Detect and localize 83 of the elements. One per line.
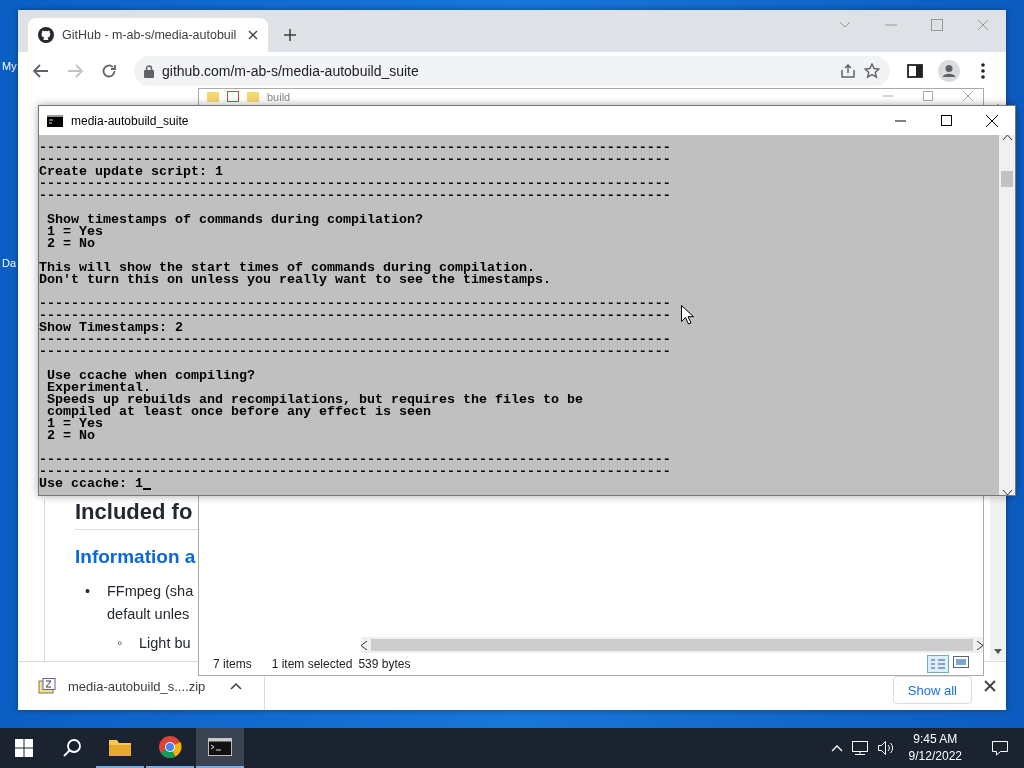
bullet-marker: • [85, 582, 92, 601]
console-line: ------------------------------------------------------------------------------- [39, 346, 671, 358]
clock-time: 9:45 AM [913, 731, 958, 748]
console-scrollbar[interactable] [999, 135, 1015, 495]
window-title: build [267, 91, 291, 103]
back-arrow-icon[interactable] [33, 64, 49, 78]
status-text: 1 item selected [271, 657, 353, 671]
show-all-button[interactable]: Show all [892, 676, 972, 704]
console-line: Create update script: 1 [39, 166, 223, 178]
console-line: Experimental. [46, 382, 151, 394]
list-text: Light bu [139, 634, 191, 653]
side-panel-icon[interactable] [907, 64, 923, 78]
download-file-name[interactable]: media-autobuild_s....zip [68, 678, 218, 694]
lock-icon [144, 64, 154, 78]
console-line: 1 = Yes [46, 226, 103, 238]
console-line: ------------------------------------------------------------------------------- [39, 310, 671, 322]
console-line: ------------------------------------------------------------------------------- [39, 334, 671, 346]
menu-icon[interactable] [981, 63, 985, 79]
plus-icon[interactable] [283, 28, 297, 42]
console-line: ------------------------------------------------------------------------------- [39, 178, 671, 190]
console-line: Don't turn this on unless you really want to see the timestamps. [39, 274, 551, 286]
scroll-down-icon[interactable] [1002, 490, 1012, 495]
console-line: Show timestamps of commands during compilation? [46, 214, 423, 226]
maximize-icon[interactable] [940, 115, 952, 126]
scroll-right-icon[interactable] [977, 640, 983, 650]
list-text: FFmpeg (sha [107, 582, 194, 601]
browser-tab[interactable]: GitHub - m-ab-s/media-autobuil [28, 18, 268, 52]
list-text: default unles [107, 605, 191, 624]
status-text: 7 items [213, 657, 252, 671]
clock[interactable]: 9:45 AM 9/12/2022 [902, 731, 968, 765]
desktop-icon-label[interactable]: Da [2, 257, 17, 269]
taskbar-app-button[interactable] [196, 728, 244, 768]
console-line: ------------------------------------------------------------------------------- [39, 466, 671, 478]
console-icon [47, 114, 63, 127]
reload-icon[interactable] [101, 63, 117, 79]
browser-icon[interactable] [158, 735, 182, 759]
console-line: 1 = Yes [46, 418, 103, 430]
github-logo-icon [38, 27, 54, 43]
console-line: 2 = No [46, 430, 95, 442]
address-bar[interactable]: github.com/m-ab-s/media-autobuild_suite [134, 56, 890, 86]
close-icon[interactable] [986, 114, 998, 127]
star-icon[interactable] [864, 63, 880, 79]
window-title: media-autobuild_suite [71, 113, 189, 128]
windows-start-icon[interactable] [15, 739, 33, 757]
console-line: ------------------------------------------------------------------------------- [39, 454, 671, 466]
minimize-icon[interactable] [894, 119, 906, 122]
scroll-up-icon[interactable] [1002, 135, 1012, 140]
console-line: ------------------------------------------------------------------------------- [39, 190, 671, 202]
bullet-marker: ◦ [117, 634, 124, 653]
section-heading-link[interactable]: Information a [75, 546, 196, 568]
scrollbar-thumb[interactable] [1001, 171, 1013, 187]
console-line: This will show the start times of commands during compilation. [39, 262, 535, 274]
mouse-pointer-icon [681, 305, 694, 325]
folder-icon[interactable] [108, 737, 132, 757]
status-text: 539 bytes [358, 657, 411, 671]
console-line: ------------------------------------------------------------------------------- [39, 298, 671, 310]
clock-date: 9/12/2022 [908, 748, 962, 765]
close-icon[interactable] [984, 680, 996, 692]
profile-icon[interactable] [938, 60, 960, 82]
search-icon[interactable] [63, 739, 81, 757]
volume-icon[interactable] [876, 740, 895, 756]
folder-icon [207, 91, 219, 102]
horizontal-scrollbar[interactable] [361, 637, 983, 653]
notification-icon[interactable] [991, 740, 1009, 756]
share-icon[interactable] [840, 63, 856, 79]
page-scrollbar[interactable] [990, 497, 1006, 660]
text-cursor [143, 488, 151, 490]
console-line: compiled at least once before any effect is seen [46, 406, 431, 418]
console-line: Use ccache when compiling? [46, 370, 255, 382]
console-line: Speeds up rebuilds and recompilations, but requires the files to be [46, 394, 583, 406]
scroll-left-icon[interactable] [361, 640, 367, 650]
console-line: ------------------------------------------------------------------------------- [39, 154, 671, 166]
close-icon[interactable] [248, 30, 258, 40]
console-line: 2 = No [46, 238, 95, 250]
console-line: Show Timestamps: 2 [39, 322, 183, 334]
terminal-icon[interactable] [208, 738, 232, 756]
scroll-down-icon[interactable] [994, 649, 1002, 654]
chevron-up-icon[interactable] [230, 682, 242, 690]
zip-file-icon [38, 678, 56, 694]
desktop-icon-label[interactable]: My [2, 60, 17, 72]
large-icons-view-icon[interactable] [953, 655, 969, 669]
console-line: Use ccache: 1 [39, 478, 143, 490]
console-line: ------------------------------------------------------------------------------- [39, 142, 671, 154]
